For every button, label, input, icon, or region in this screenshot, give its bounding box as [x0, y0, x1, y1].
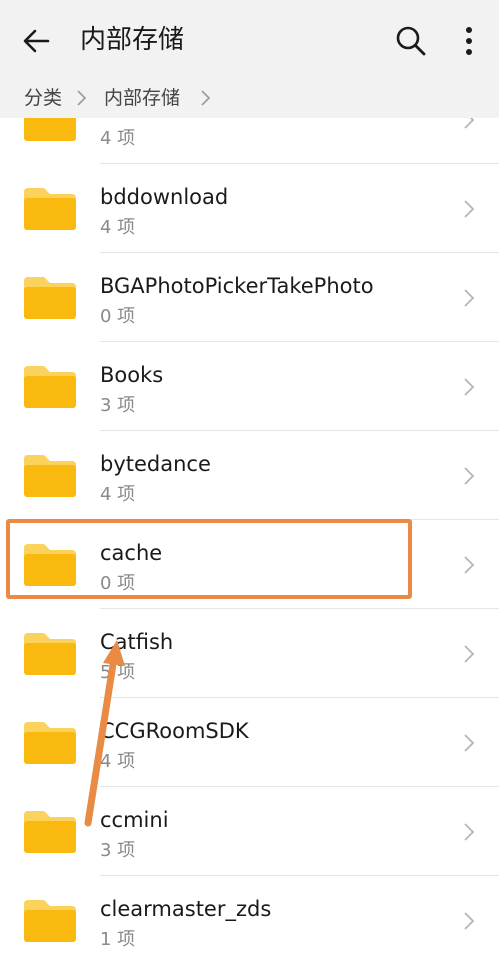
folder-row[interactable]: ccmini 3 项 [0, 787, 499, 876]
folder-icon [24, 118, 76, 141]
folder-row[interactable]: CCGRoomSDK 4 项 [0, 698, 499, 787]
chevron-right-icon [464, 118, 475, 129]
breadcrumb-item-internal-storage[interactable]: 内部存储 [104, 84, 180, 112]
chevron-right-icon [464, 556, 475, 574]
folder-name: CCGRoomSDK [100, 719, 249, 743]
chevron-right-icon [464, 912, 475, 930]
folder-icon [24, 188, 76, 230]
highlight-box [6, 519, 412, 599]
folder-icon [24, 900, 76, 942]
folder-name: ccmini [100, 808, 169, 832]
folder-name: BGAPhotoPickerTakePhoto [100, 274, 374, 298]
chevron-right-icon [464, 467, 475, 485]
folder-name: bddownload [100, 185, 229, 209]
folder-row[interactable]: Catfish 5 项 [0, 609, 499, 698]
chevron-right-icon [464, 200, 475, 218]
arrow-left-icon[interactable] [20, 24, 54, 58]
breadcrumb: 分类 内部存储 [0, 78, 499, 118]
folder-item-count: 4 项 [100, 751, 136, 772]
chevron-right-icon [464, 289, 475, 307]
folder-name: clearmaster_zds [100, 897, 272, 921]
search-icon[interactable] [394, 24, 428, 58]
app-bar: 内部存储 [0, 0, 499, 78]
folder-row[interactable]: clearmaster_zds 1 项 [0, 876, 499, 963]
chevron-right-icon [77, 90, 87, 106]
folder-name: bytedance [100, 452, 211, 476]
folder-item-count: 3 项 [100, 395, 136, 416]
folder-item-count: 4 项 [100, 484, 136, 505]
folder-icon [24, 455, 76, 497]
folder-row[interactable]: Books 3 项 [0, 342, 499, 431]
more-vertical-icon[interactable] [456, 24, 482, 58]
chevron-right-icon [464, 823, 475, 841]
folder-item-count: 3 项 [100, 840, 136, 861]
chevron-right-icon [464, 378, 475, 396]
page-title: 内部存储 [80, 25, 185, 55]
folder-item-count: 5 项 [100, 662, 136, 683]
folder-item-count: 4 项 [100, 128, 136, 149]
folder-row[interactable]: 4 项 [0, 118, 499, 164]
folder-icon [24, 633, 76, 675]
folder-icon [24, 277, 76, 319]
folder-icon [24, 811, 76, 853]
folder-icon [24, 366, 76, 408]
folder-name: Catfish [100, 630, 174, 654]
folder-icon [24, 722, 76, 764]
breadcrumb-item-category[interactable]: 分类 [24, 84, 62, 112]
folder-item-count: 1 项 [100, 929, 136, 950]
folder-row[interactable]: BGAPhotoPickerTakePhoto 0 项 [0, 253, 499, 342]
folder-item-count: 0 项 [100, 306, 136, 327]
folder-row[interactable]: bddownload 4 项 [0, 164, 499, 253]
folder-name: Books [100, 363, 164, 387]
chevron-right-icon [464, 734, 475, 752]
chevron-right-icon [464, 645, 475, 663]
folder-row[interactable]: bytedance 4 项 [0, 431, 499, 520]
chevron-right-icon [201, 90, 211, 106]
folder-item-count: 4 项 [100, 217, 136, 238]
